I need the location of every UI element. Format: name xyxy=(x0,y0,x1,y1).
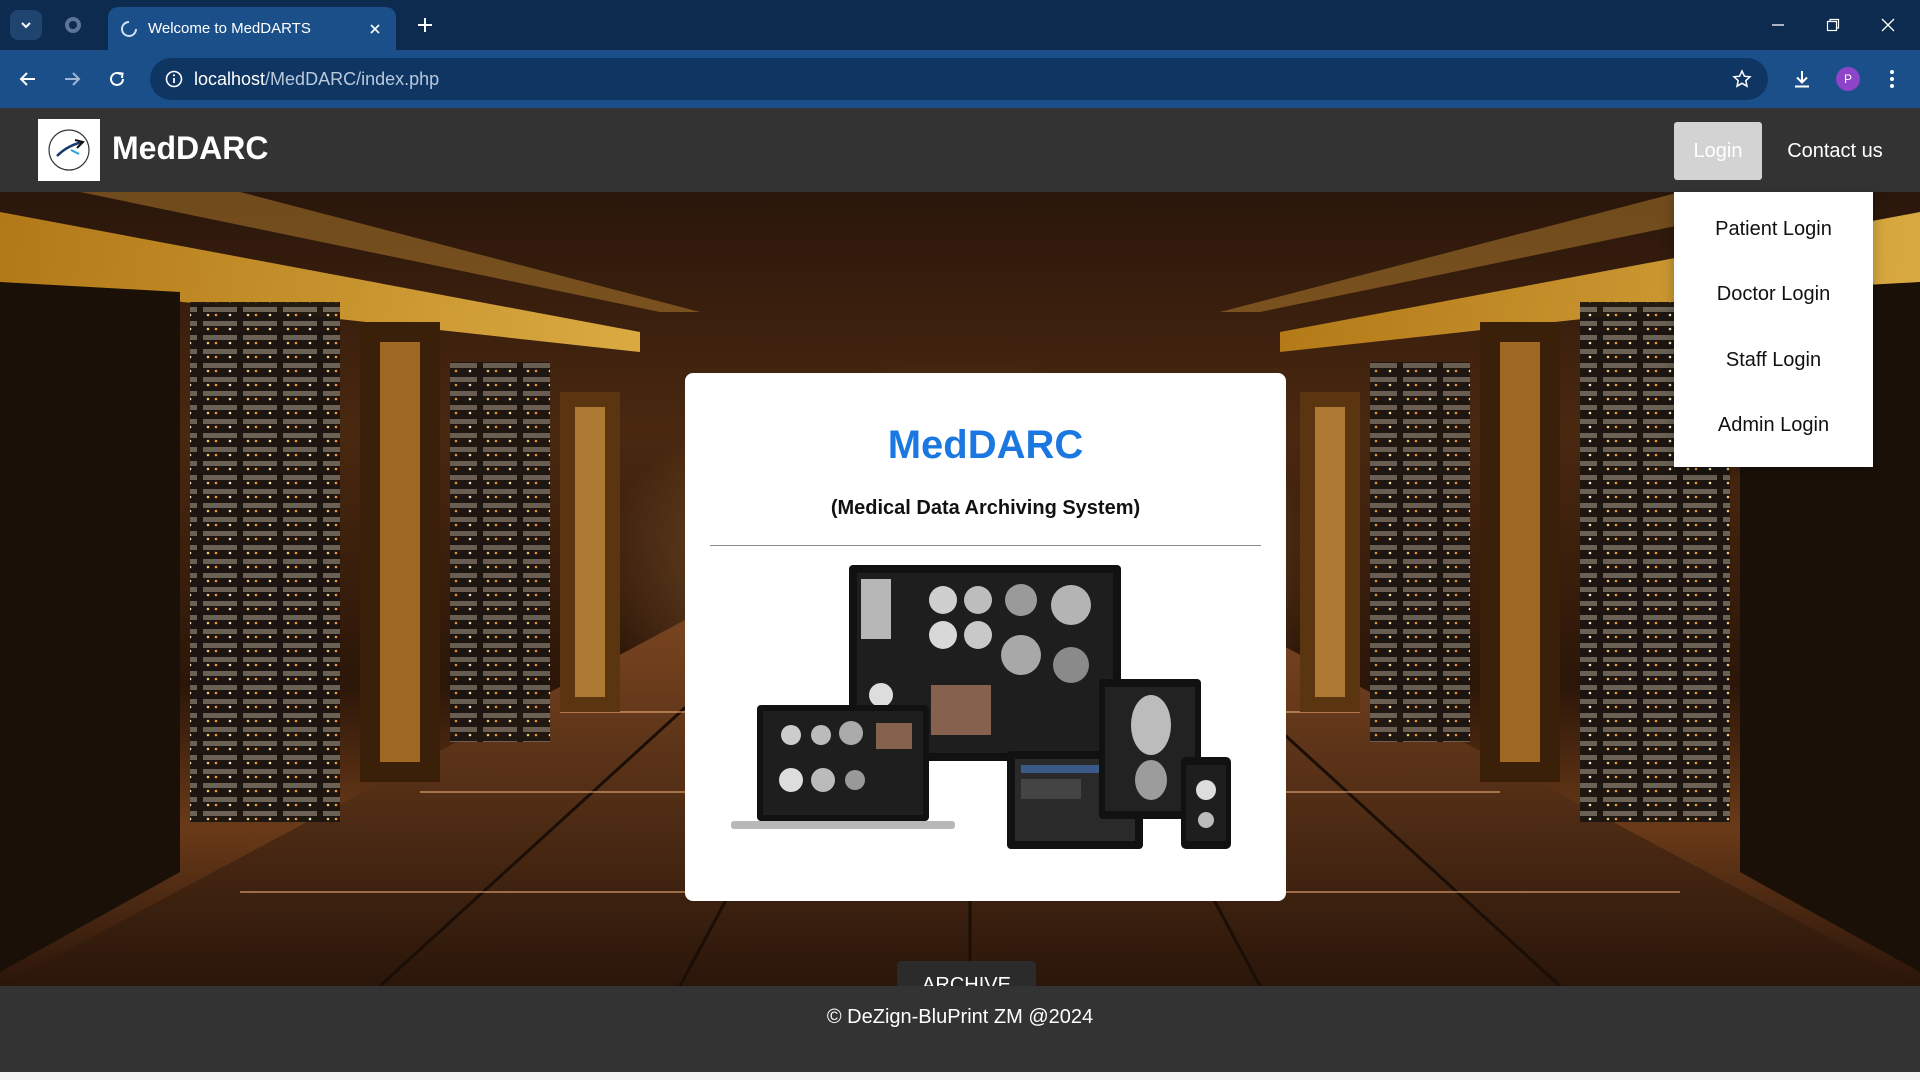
login-dropdown-menu: Patient Login Doctor Login Staff Login A… xyxy=(1674,192,1873,467)
avatar: P xyxy=(1836,67,1860,91)
kebab-menu-icon xyxy=(1890,70,1894,88)
tab-title: Welcome to MedDARTS xyxy=(148,20,311,37)
hero-section: MedDARC (Medical Data Archiving System) xyxy=(0,192,1920,986)
medical-devices-image xyxy=(731,565,1231,849)
plus-icon xyxy=(418,18,432,32)
url-path: /MedDARC/index.php xyxy=(265,68,440,89)
browser-toolbar: localhost/MedDARC/index.php P xyxy=(0,50,1920,108)
admin-login-link[interactable]: Admin Login xyxy=(1674,405,1873,445)
tab-group-icon[interactable] xyxy=(62,14,84,36)
site-logo[interactable] xyxy=(38,119,100,181)
footer-copyright: © DeZign-BluPrint ZM @2024 xyxy=(826,1006,1094,1028)
logo-icon xyxy=(48,129,90,171)
reload-button[interactable] xyxy=(101,63,133,95)
url-text[interactable]: localhost/MedDARC/index.php xyxy=(194,69,1722,90)
archive-button[interactable]: ARCHIVE xyxy=(897,961,1036,986)
page-bottom-edge xyxy=(0,1072,1920,1080)
intro-card: MedDARC (Medical Data Archiving System) xyxy=(685,373,1286,901)
restore-icon xyxy=(1826,18,1840,32)
card-subtitle: (Medical Data Archiving System) xyxy=(830,497,1141,519)
restore-button[interactable] xyxy=(1811,10,1855,40)
site-footer: © DeZign-BluPrint ZM @2024 xyxy=(0,986,1920,1072)
download-button[interactable] xyxy=(1786,63,1818,95)
web-page: MedDARC Login Contact us MedDARC (Medica… xyxy=(0,108,1920,1080)
site-navbar: MedDARC Login Contact us xyxy=(0,108,1920,192)
forward-arrow-icon xyxy=(65,72,81,86)
browser-menu-button[interactable] xyxy=(1876,63,1908,95)
loading-icon xyxy=(121,20,137,37)
divider xyxy=(710,545,1261,546)
address-bar[interactable]: localhost/MedDARC/index.php xyxy=(150,58,1768,100)
profile-button[interactable]: P xyxy=(1832,63,1864,95)
close-icon[interactable] xyxy=(366,20,384,38)
login-button[interactable]: Login xyxy=(1674,122,1762,180)
site-brand[interactable]: MedDARC xyxy=(112,130,268,167)
minimize-button[interactable] xyxy=(1756,10,1800,40)
tab-list-icon xyxy=(21,22,31,29)
download-icon xyxy=(1795,71,1809,88)
active-tab[interactable]: Welcome to MedDARTS xyxy=(108,7,396,50)
star-icon[interactable] xyxy=(1722,58,1762,100)
staff-login-link[interactable]: Staff Login xyxy=(1674,340,1873,380)
back-arrow-icon xyxy=(19,72,35,86)
tab-list-button[interactable] xyxy=(10,10,42,40)
window-close-button[interactable] xyxy=(1866,10,1910,40)
new-tab-button[interactable] xyxy=(412,12,438,38)
card-title: MedDARC xyxy=(887,423,1084,467)
back-button[interactable] xyxy=(12,63,44,95)
contact-us-link[interactable]: Contact us xyxy=(1772,122,1898,180)
url-host: localhost xyxy=(194,68,266,89)
forward-button[interactable] xyxy=(56,63,88,95)
reload-icon xyxy=(110,71,124,86)
minimize-icon xyxy=(1772,24,1784,26)
patient-login-link[interactable]: Patient Login xyxy=(1674,209,1873,249)
browser-tab-strip: Welcome to MedDARTS xyxy=(0,0,1920,50)
doctor-login-link[interactable]: Doctor Login xyxy=(1674,274,1873,314)
window-close-icon xyxy=(1881,18,1895,32)
info-icon[interactable] xyxy=(154,58,194,100)
